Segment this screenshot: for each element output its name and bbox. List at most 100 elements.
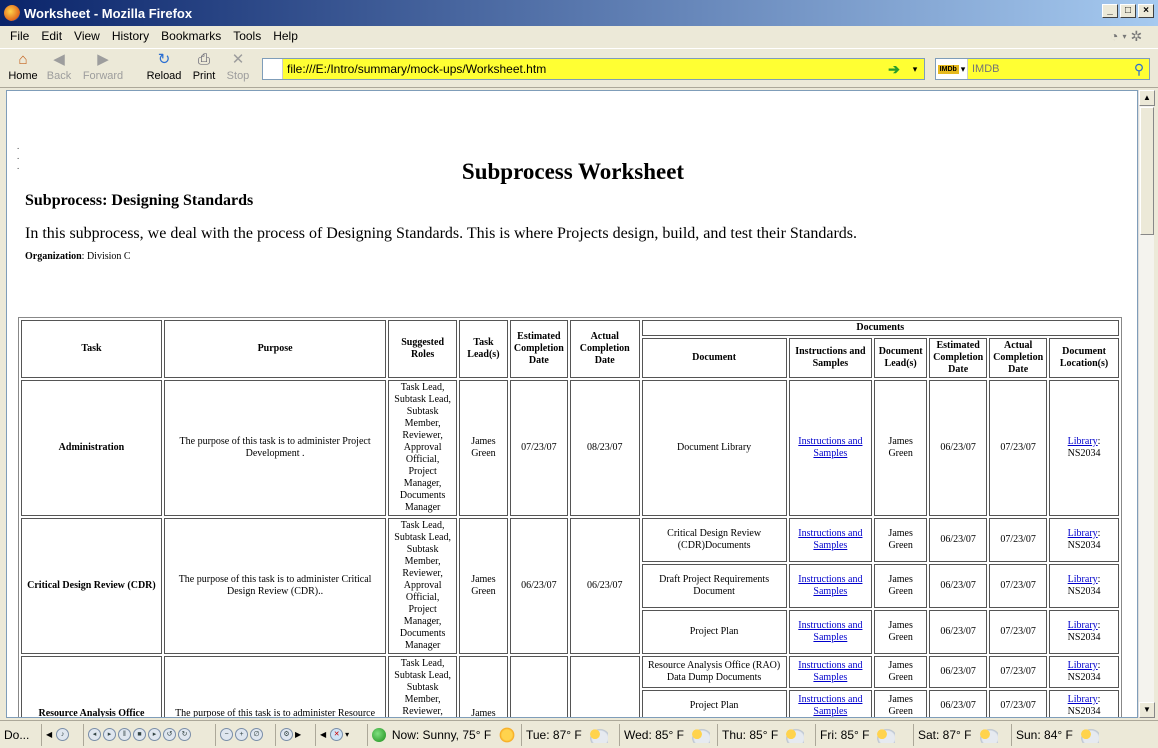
forecast-text: Fri: 85° F	[820, 727, 870, 742]
scroll-down-icon[interactable]: ▼	[1139, 702, 1155, 718]
doc-lead-cell: James Green	[874, 690, 928, 717]
actual-date-cell: 06/23/07	[569, 518, 640, 654]
roles-cell: Task Lead, Subtask Lead, Subtask Member,…	[388, 380, 457, 516]
library-link[interactable]: Library	[1068, 620, 1098, 631]
doc-est-cell: 06/23/07	[929, 690, 988, 717]
volume-up-icon[interactable]: +	[235, 728, 248, 741]
menu-bookmarks[interactable]: Bookmarks	[155, 29, 227, 43]
task-cell: Resource Analysis Office	[21, 656, 162, 717]
page-viewport[interactable]: ... Subprocess Worksheet Subprocess: Des…	[6, 90, 1138, 718]
maximize-button[interactable]: □	[1120, 4, 1136, 18]
left-small-arrow-icon[interactable]: ◀	[320, 730, 326, 739]
weather-now-text: Now: Sunny, 75° F	[391, 727, 492, 742]
library-link[interactable]: Library	[1068, 574, 1098, 585]
prev-icon[interactable]: ◂	[88, 728, 101, 741]
menu-history[interactable]: History	[106, 29, 155, 43]
instructions-link[interactable]: Instructions and Samples	[798, 528, 862, 551]
go-arrow-icon[interactable]: ➔	[882, 61, 906, 78]
instructions-link[interactable]: Instructions and Samples	[798, 694, 862, 717]
loading-icon: ✲	[1130, 27, 1143, 44]
doc-lead-cell: James Green	[874, 380, 928, 516]
back-arrow-icon: ◀	[53, 51, 65, 68]
search-engine-selector[interactable]: IMDb ▾	[936, 59, 968, 79]
print-button[interactable]: ⎙ Print	[190, 51, 218, 82]
forecast-day[interactable]: Fri: 85° F	[816, 723, 914, 746]
next-icon[interactable]: ▸	[148, 728, 161, 741]
instructions-link[interactable]: Instructions and Samples	[798, 620, 862, 643]
header-documents: Documents	[641, 320, 1119, 336]
page-title: Subprocess Worksheet	[461, 159, 685, 184]
scroll-thumb[interactable]	[1140, 107, 1154, 235]
home-button[interactable]: ⌂ Home	[8, 51, 38, 82]
navigation-toolbar: ⌂ Home ◀ Back ▶ Forward ↻ Reload ⎙ Print…	[0, 48, 1158, 88]
library-link[interactable]: Library	[1068, 436, 1098, 447]
menu-view[interactable]: View	[68, 29, 106, 43]
doc-est-cell: 06/23/07	[929, 610, 988, 654]
table-row: Administration The purpose of this task …	[21, 380, 1119, 516]
doc-est-cell: 06/23/07	[929, 380, 988, 516]
instructions-link[interactable]: Instructions and Samples	[798, 660, 862, 683]
search-icon[interactable]: ⚲	[1129, 61, 1149, 78]
doc-location-cell: Library: NS2034	[1049, 518, 1119, 562]
scroll-up-icon[interactable]: ▲	[1139, 90, 1155, 106]
partly-cloudy-icon	[1078, 726, 1099, 743]
volume-down-icon[interactable]: −	[220, 728, 233, 741]
search-bar[interactable]: IMDb▾ ⚲	[935, 58, 1150, 80]
rewind-icon[interactable]: ↺	[163, 728, 176, 741]
home-icon: ⌂	[18, 51, 28, 68]
play-icon[interactable]: ▸	[103, 728, 116, 741]
stop-button[interactable]: ✕ Stop	[224, 51, 252, 82]
library-link[interactable]: Library	[1068, 528, 1098, 539]
forecast-day[interactable]: Thu: 85° F	[718, 723, 816, 746]
address-bar[interactable]: file:///E:/Intro/summary/mock-ups/Worksh…	[262, 58, 925, 80]
reload-button[interactable]: ↻ Reload	[146, 51, 182, 82]
library-link[interactable]: Library	[1068, 660, 1098, 671]
menu-file[interactable]: File	[4, 29, 35, 43]
firefox-icon	[4, 5, 20, 21]
weather-now[interactable]: Now: Sunny, 75° F	[368, 723, 522, 746]
forecast-day[interactable]: Sat: 87° F	[914, 723, 1012, 746]
search-input[interactable]	[968, 62, 1129, 76]
right-arrow-icon[interactable]: ▶	[295, 730, 301, 739]
instructions-link[interactable]: Instructions and Samples	[798, 436, 862, 459]
left-arrow-icon[interactable]: ◀	[46, 730, 52, 739]
menu-tools[interactable]: Tools	[227, 29, 267, 43]
pause-icon[interactable]: ǁ	[118, 728, 131, 741]
document-cell: Document Library	[641, 380, 787, 516]
forecast-text: Wed: 85° F	[624, 727, 684, 742]
doc-lead-cell: James Green	[874, 564, 928, 608]
status-bar: Do... ◀ ♪ ◂ ▸ ǁ ■ ▸ ↺ ↻ − + ∅ ⚙ ▶ ◀ ✕ ▾ …	[0, 720, 1158, 748]
status-nav-controls: ◀ ♪	[42, 723, 84, 746]
forecast-day[interactable]: Wed: 85° F	[620, 723, 718, 746]
url-dropdown-icon[interactable]: ▾	[906, 64, 924, 75]
back-button[interactable]: ◀ Back	[44, 51, 74, 82]
url-text[interactable]: file:///E:/Intro/summary/mock-ups/Worksh…	[287, 62, 882, 76]
purpose-cell: The purpose of this task is to administe…	[163, 518, 387, 654]
menu-help[interactable]: Help	[267, 29, 304, 43]
minimize-button[interactable]: _	[1102, 4, 1118, 18]
status-text: Do...	[0, 723, 42, 746]
forward-button[interactable]: ▶ Forward	[80, 51, 126, 82]
close-button[interactable]: ×	[1138, 4, 1154, 18]
vertical-scrollbar[interactable]: ▲ ▼	[1138, 90, 1155, 718]
partly-cloudy-icon	[977, 726, 998, 743]
forecast-day[interactable]: Tue: 87° F	[522, 723, 620, 746]
instructions-link[interactable]: Instructions and Samples	[798, 574, 862, 597]
header-document: Document	[641, 338, 787, 378]
library-link[interactable]: Library	[1068, 694, 1098, 705]
header-purpose: Purpose	[163, 320, 387, 378]
mute-icon[interactable]: ∅	[250, 728, 263, 741]
media-icon[interactable]: ♪	[56, 728, 70, 741]
organization-value: : Division C	[81, 251, 131, 262]
menu-edit[interactable]: Edit	[35, 29, 68, 43]
dropdown-icon[interactable]: ▾	[345, 730, 349, 739]
task-lead-cell: James Green	[459, 518, 508, 654]
settings-icon[interactable]: ⚙	[280, 728, 293, 741]
forecast-day[interactable]: Sun: 84° F	[1012, 724, 1110, 746]
refresh-icon[interactable]: ↻	[178, 728, 191, 741]
block-icon[interactable]: ✕	[330, 728, 344, 741]
instructions-cell: Instructions and Samples	[788, 656, 873, 688]
stop-media-icon[interactable]: ■	[133, 728, 146, 741]
document-cell: Project Plan	[641, 690, 787, 717]
instructions-cell: Instructions and Samples	[788, 610, 873, 654]
